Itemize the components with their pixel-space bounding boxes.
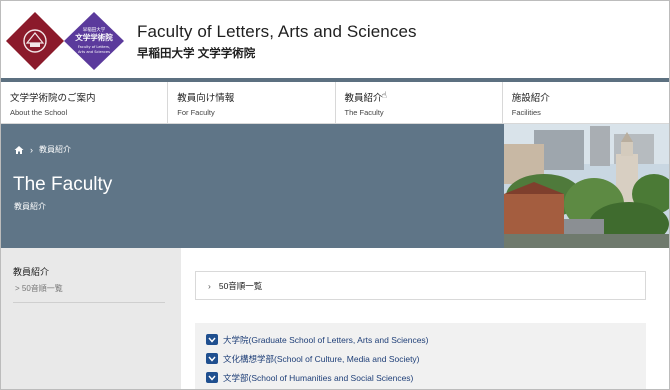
nav-item-for-faculty[interactable]: 教員向け情報 For Faculty (168, 82, 336, 123)
chevron-right-icon: › (30, 144, 33, 155)
nav-item-the-faculty[interactable]: 教員紹介 ☝ The Faculty (336, 82, 503, 123)
accordion-culture-media-society[interactable]: 文化構想学部(School of Culture, Media and Soci… (195, 350, 646, 367)
chevron-down-icon (206, 334, 218, 345)
nav-label-en: For Faculty (177, 108, 215, 117)
nav-item-facilities[interactable]: 施設紹介 Facilities (503, 82, 669, 123)
svg-text:早稲田大学: 早稲田大学 (83, 26, 106, 33)
home-icon[interactable] (14, 145, 24, 155)
page-hero: › 教員紹介 The Faculty 教員紹介 (1, 124, 669, 248)
accordion-label: 文学部(School of Humanities and Social Scie… (223, 372, 414, 383)
sidebar-item-50on-list[interactable]: > 50音順一覧 (15, 283, 63, 294)
nav-label-en: About the School (10, 108, 68, 117)
site-subtitle: 早稲田大学 文学学術院 (137, 48, 256, 60)
nav-label-en: The Faculty (344, 108, 384, 117)
list-link-label: 50音順一覧 (218, 280, 263, 291)
accordion-label: 大学院(Graduate School of Letters, Arts and… (223, 334, 429, 345)
nav-label-jp: 教員向け情報 (177, 93, 235, 104)
main-nav: 文学学術院のご案内 About the School 教員向け情報 For Fa… (1, 82, 669, 124)
site-header: 早稲田大学 文学学術院 Faculty of Letters, Arts and… (1, 1, 669, 79)
sidebar: 教員紹介 > 50音順一覧 (1, 248, 181, 389)
breadcrumb-current: 教員紹介 (39, 145, 71, 154)
campus-photo (504, 124, 669, 248)
page-title: The Faculty (13, 174, 113, 195)
breadcrumb: › 教員紹介 (14, 144, 71, 155)
sidebar-divider (13, 302, 165, 303)
accordion-humanities-social-sciences[interactable]: 文学部(School of Humanities and Social Scie… (195, 369, 646, 386)
svg-text:Faculty of Letters,: Faculty of Letters, (78, 45, 110, 49)
nav-label-jp: 施設紹介 (511, 93, 550, 104)
mouse-cursor-icon: ☝ (381, 90, 387, 100)
accordion-graduate-school[interactable]: 大学院(Graduate School of Letters, Arts and… (195, 331, 646, 348)
svg-text:Arts and Sciences: Arts and Sciences (78, 50, 110, 54)
nav-item-about[interactable]: 文学学術院のご案内 About the School (1, 82, 169, 123)
faculty-logo[interactable]: 早稲田大学 文学学術院 Faculty of Letters, Arts and… (63, 11, 125, 71)
50on-list-link[interactable]: › 50音順一覧 (195, 271, 646, 300)
svg-text:文学学術院: 文学学術院 (75, 32, 113, 42)
chevron-down-icon (206, 372, 218, 383)
page-subtitle: 教員紹介 (14, 202, 46, 211)
site-title[interactable]: Faculty of Letters, Arts and Sciences (137, 22, 417, 42)
chevron-down-icon (206, 353, 218, 364)
nav-label-jp: 教員紹介 (344, 93, 383, 104)
main-content: › 50音順一覧 大学院(Graduate School of Letters,… (181, 248, 669, 389)
nav-label-en: Facilities (511, 108, 541, 117)
department-accordion: 大学院(Graduate School of Letters, Arts and… (195, 323, 646, 389)
page-frame: 早稲田大学 文学学術院 Faculty of Letters, Arts and… (0, 0, 670, 390)
sidebar-title[interactable]: 教員紹介 (13, 265, 49, 278)
nav-label-jp: 文学学術院のご案内 (10, 93, 96, 104)
university-logo[interactable] (5, 11, 65, 71)
accordion-label: 文化構想学部(School of Culture, Media and Soci… (223, 353, 420, 364)
chevron-right-icon: › (208, 280, 211, 291)
